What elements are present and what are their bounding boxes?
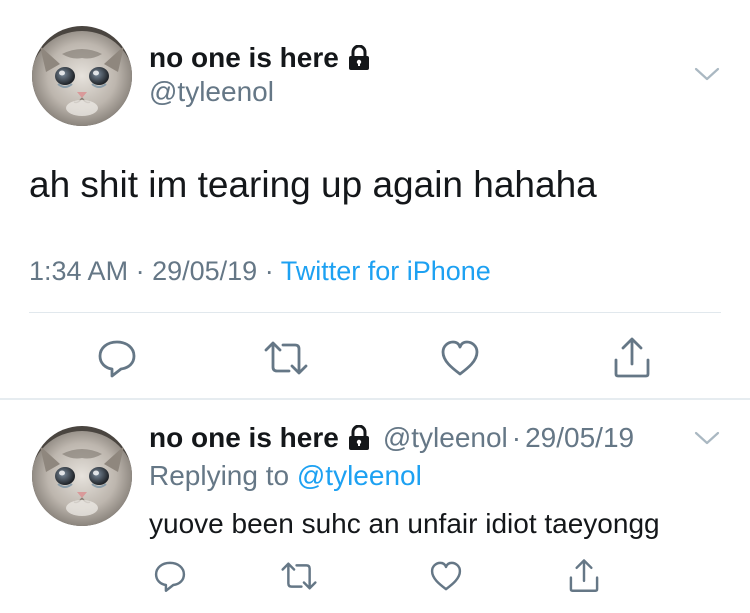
retweet-icon xyxy=(264,341,308,375)
reply-bubble-icon xyxy=(154,561,186,592)
tweet-time: 1:34 AM xyxy=(29,256,129,286)
tweet-date[interactable]: 29/05/19 xyxy=(525,422,634,454)
display-name[interactable]: no one is here xyxy=(149,42,371,74)
like-button[interactable] xyxy=(436,334,484,382)
reply-tweet[interactable]: no one is here @tyleenol · 29/05/19 Repl… xyxy=(0,400,750,613)
reply-button[interactable] xyxy=(93,334,141,382)
reply-button[interactable] xyxy=(150,556,190,596)
share-button[interactable] xyxy=(608,334,656,382)
main-tweet: no one is here @tyleenol ah shit im tear… xyxy=(0,0,750,398)
tweet-meta: 1:34 AM · 29/05/19 · Twitter for iPhone xyxy=(29,256,491,287)
reply-header: no one is here @tyleenol · 29/05/19 xyxy=(149,422,634,454)
meta-separator: · xyxy=(135,256,145,286)
display-name[interactable]: no one is here xyxy=(149,422,371,454)
display-name-text: no one is here xyxy=(149,422,339,453)
handle[interactable]: @tyleenol xyxy=(149,76,274,108)
heart-icon xyxy=(441,340,479,376)
chevron-down-icon[interactable] xyxy=(694,66,720,82)
share-icon xyxy=(569,559,599,592)
avatar[interactable] xyxy=(32,26,132,126)
handle[interactable]: @tyleenol xyxy=(383,422,508,454)
tweet-source-link[interactable]: Twitter for iPhone xyxy=(281,256,491,286)
tweet-date: 29/05/19 xyxy=(152,256,258,286)
retweet-button[interactable] xyxy=(262,334,310,382)
like-button[interactable] xyxy=(426,556,466,596)
lock-icon xyxy=(347,44,371,71)
heart-icon xyxy=(430,561,462,591)
replying-to: Replying to @tyleenol xyxy=(149,460,422,492)
crying-cat-avatar-icon xyxy=(32,26,132,126)
reply-bubble-icon xyxy=(98,340,136,378)
crying-cat-avatar-icon xyxy=(32,426,132,526)
avatar[interactable] xyxy=(32,426,132,526)
meta-separator: · xyxy=(264,256,274,286)
retweet-button[interactable] xyxy=(279,556,319,596)
replying-to-mention[interactable]: @tyleenol xyxy=(297,460,422,491)
tweet-text: ah shit im tearing up again hahaha xyxy=(29,164,597,205)
display-name-text: no one is here xyxy=(149,42,339,73)
chevron-down-icon[interactable] xyxy=(694,430,720,446)
replying-prefix: Replying to xyxy=(149,460,290,491)
tweet-text: yuove been suhc an unfair idiot taeyongg xyxy=(149,508,660,539)
lock-icon xyxy=(347,424,371,451)
share-button[interactable] xyxy=(564,556,604,596)
meta-separator: · xyxy=(511,422,522,453)
share-icon xyxy=(614,337,650,378)
retweet-icon xyxy=(281,562,317,590)
divider xyxy=(29,312,721,313)
